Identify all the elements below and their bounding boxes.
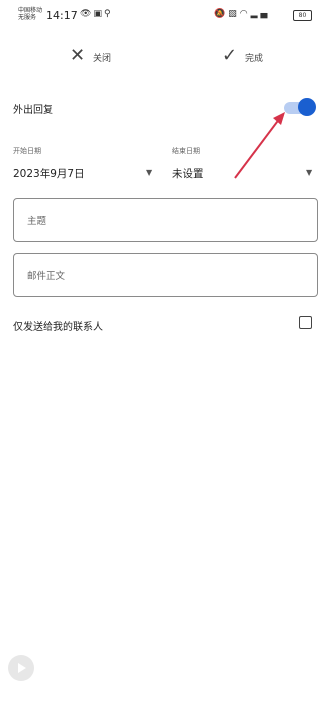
carrier-status: 无服务 <box>18 14 37 21</box>
start-date-label: 开始日期 <box>13 147 41 155</box>
subject-placeholder: 主题 <box>27 216 47 227</box>
end-date-label: 结束日期 <box>172 147 200 155</box>
contacts-only-checkbox[interactable] <box>299 316 312 329</box>
body-placeholder: 邮件正文 <box>27 271 66 282</box>
subject-field[interactable]: 主题 <box>13 198 318 242</box>
play-icon <box>18 663 26 673</box>
checkmark-icon: ✓ <box>222 45 238 66</box>
end-date-value: 未设置 <box>172 168 204 180</box>
carrier-info: 中国移动 无服务 <box>18 7 42 21</box>
signal-icon: ▂▄ <box>250 9 271 19</box>
contacts-only-label: 仅发送给我的联系人 <box>13 322 103 333</box>
auto-reply-label: 外出回复 <box>13 105 53 116</box>
status-icons-right: 🔕▧◠▂▄ <box>214 9 270 19</box>
start-date-picker[interactable]: 2023年9月7日 ▼ <box>13 160 158 182</box>
eye-icon: 👁 <box>80 9 94 19</box>
notification-icon: ▣ <box>93 9 104 19</box>
status-time: 14:17 <box>46 9 78 22</box>
body-field[interactable]: 邮件正文 <box>13 253 318 297</box>
carrier-name: 中国移动 <box>18 7 43 14</box>
toggle-thumb[interactable] <box>298 98 316 116</box>
location-icon: ⚲ <box>103 9 113 19</box>
chevron-down-icon: ▼ <box>146 168 153 177</box>
done-label: 完成 <box>245 54 264 64</box>
nfc-icon: ▧ <box>228 9 240 19</box>
chevron-down-icon: ▼ <box>306 168 313 177</box>
start-date-value: 2023年9月7日 <box>13 168 85 180</box>
mute-icon: 🔕 <box>214 9 229 19</box>
status-icons-left: 👁▣⚲ <box>80 9 113 19</box>
end-date-picker[interactable]: 未设置 ▼ <box>172 160 318 182</box>
battery-icon: 80 <box>293 10 312 21</box>
floating-play-button[interactable] <box>8 655 34 681</box>
wifi-icon: ◠ <box>239 9 251 19</box>
close-icon: ✕ <box>70 45 86 66</box>
close-label: 关闭 <box>93 54 112 64</box>
